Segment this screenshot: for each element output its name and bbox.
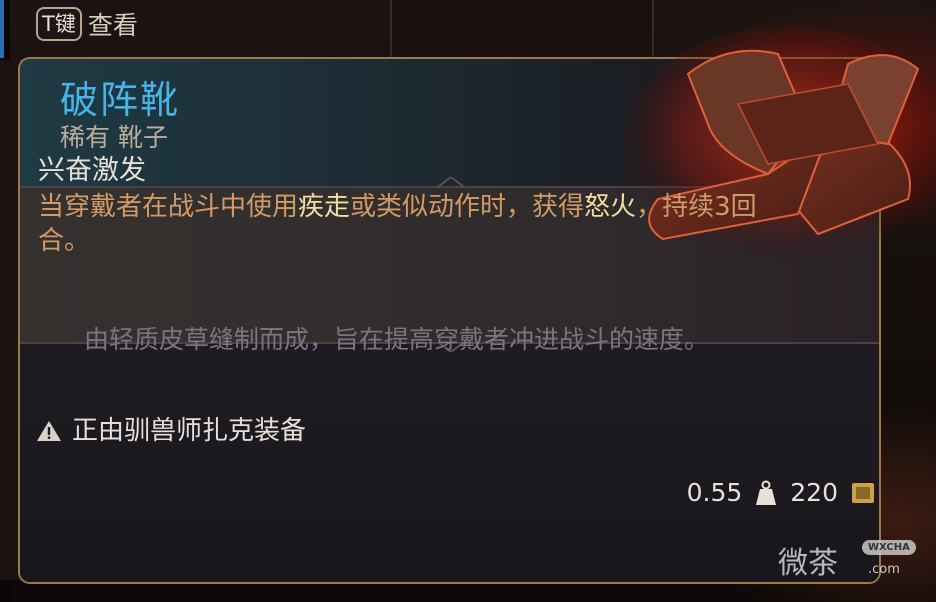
effect-keyword-rage[interactable]: 怒火 [584,192,636,222]
effect-title: 兴奋激发 [38,155,146,186]
item-lore: 由轻质皮草缝制而成，旨在提高穿戴者冲进战斗的速度。 [84,325,710,354]
watermark-badge: WXCHA [862,540,916,555]
effect-text: 或类似动作时，获得 [350,192,585,222]
background-frame [390,0,654,62]
tooltip-footer [20,519,879,582]
item-name: 破阵靴 [60,78,181,122]
weight-value: 0.55 [686,478,743,507]
inspect-label: 查看 [87,11,138,40]
warning-icon [37,421,61,441]
price-value: 220 [790,478,838,507]
left-blue-bar [0,0,4,58]
watermark-url: .com [868,562,900,577]
item-rarity-type: 稀有 靴子 [60,123,168,152]
item-stats-footer: 0.55 220 [687,478,876,507]
divider-notch [438,177,464,187]
inspect-hint[interactable]: T键 查看 [36,4,138,44]
effect-text: 当穿戴者在战斗中使用 [38,192,299,222]
equipped-status: 正由驯兽师扎克装备 [36,414,306,448]
gold-icon [852,482,874,503]
t-key-badge: T键 [36,7,82,41]
effect-keyword-dash[interactable]: 疾走 [298,192,350,222]
effect-description: 当穿戴者在战斗中使用疾走或类似动作时，获得怒火，持续3回合。 [38,190,758,258]
weight-icon [756,480,777,505]
watermark-text: 微茶 [778,546,838,581]
equipped-text: 正由驯兽师扎克装备 [72,416,307,446]
